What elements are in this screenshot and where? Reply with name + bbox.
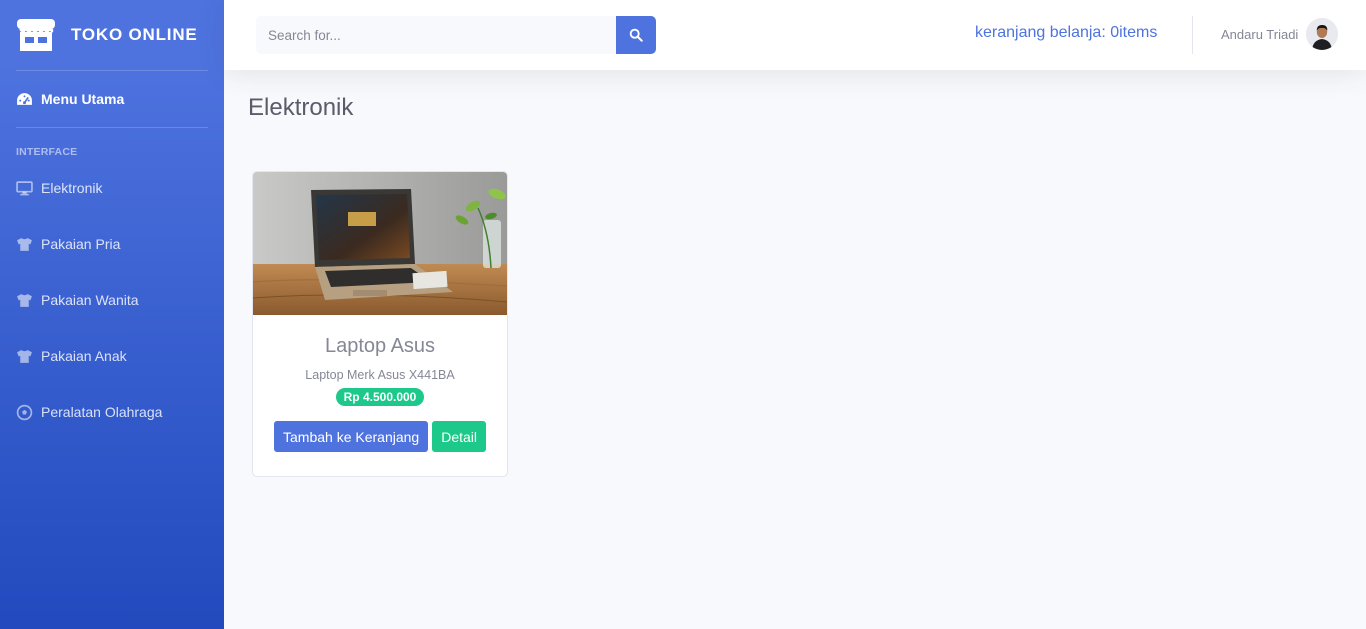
page-title: Elektronik — [248, 94, 354, 121]
product-card-body: Laptop Asus Laptop Merk Asus X441BA Rp 4… — [253, 335, 507, 452]
search-form — [256, 16, 656, 54]
sidebar-item-elektronik[interactable]: Elektronik — [0, 160, 224, 216]
dashboard-icon — [17, 92, 32, 105]
brand-name: TOKO ONLINE — [71, 25, 198, 44]
product-name: Laptop Asus — [324, 335, 436, 357]
product-card: Laptop Asus Laptop Merk Asus X441BA Rp 4… — [252, 171, 508, 477]
sidebar-item-label: Pakaian Anak — [41, 348, 127, 364]
futbol-icon — [16, 404, 33, 420]
search-icon — [629, 28, 643, 42]
cart-link[interactable]: keranjang belanja: 0items — [975, 24, 1157, 42]
sidebar-heading: INTERFACE — [16, 146, 78, 158]
search-input[interactable] — [256, 16, 616, 54]
sidebar-item-label: Menu Utama — [41, 91, 125, 107]
tshirt-icon — [17, 293, 32, 307]
desktop-icon — [16, 180, 33, 195]
tshirt-icon — [17, 349, 32, 363]
sidebar-item-label: Elektronik — [41, 180, 103, 196]
tshirt-icon — [17, 237, 32, 251]
product-actions: Tambah ke Keranjang Detail — [253, 421, 507, 452]
topbar: keranjang belanja: 0items Andaru Triadi — [224, 0, 1366, 70]
sidebar-item-label: Pakaian Pria — [41, 236, 121, 252]
add-to-cart-button[interactable]: Tambah ke Keranjang — [274, 421, 429, 452]
topbar-divider — [1192, 16, 1193, 54]
avatar — [1306, 18, 1339, 50]
sidebar-item-peralatan-olahraga[interactable]: Peralatan Olahraga — [0, 384, 224, 440]
sidebar-item-label: Peralatan Olahraga — [41, 404, 163, 420]
price-badge: Rp 4.500.000 — [335, 388, 425, 406]
user-dropdown[interactable]: Andaru Triadi — [1221, 18, 1339, 50]
search-button[interactable] — [616, 16, 656, 54]
sidebar-item-pakaian-anak[interactable]: Pakaian Anak — [0, 328, 224, 384]
store-icon — [17, 19, 55, 51]
user-avatar-icon — [1306, 18, 1339, 50]
product-image — [253, 172, 507, 315]
sidebar-item-label: Pakaian Wanita — [41, 292, 139, 308]
detail-button[interactable]: Detail — [432, 421, 486, 452]
sidebar-item-pakaian-pria[interactable]: Pakaian Pria — [0, 216, 224, 272]
sidebar-item-menu-utama[interactable]: Menu Utama — [0, 71, 224, 127]
brand-link[interactable]: TOKO ONLINE — [0, 0, 224, 70]
user-name: Andaru Triadi — [1221, 26, 1299, 42]
sidebar-item-pakaian-wanita[interactable]: Pakaian Wanita — [0, 272, 224, 328]
product-description: Laptop Merk Asus X441BA — [305, 368, 455, 382]
sidebar: TOKO ONLINE Menu Utama INTERFACE Elektro… — [0, 0, 224, 629]
